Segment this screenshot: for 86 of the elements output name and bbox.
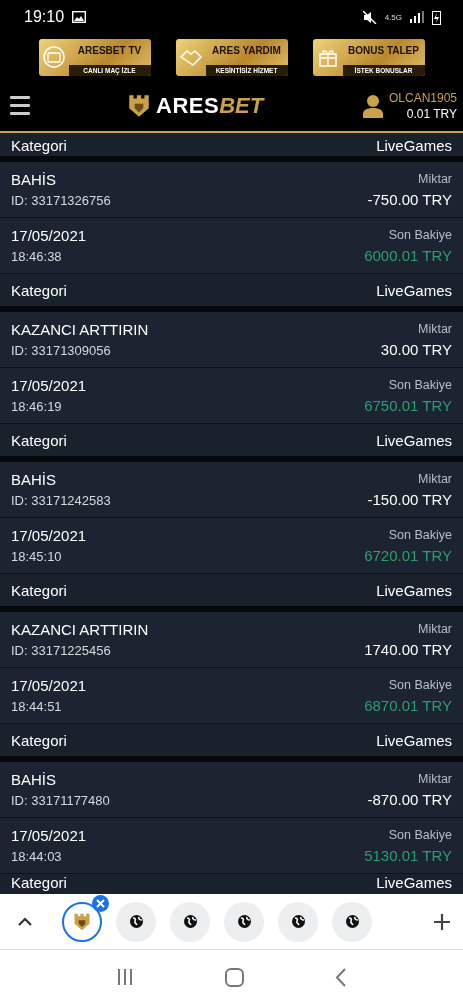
home-icon[interactable]	[225, 967, 244, 987]
balance-value: 6000.01 TRY	[364, 246, 452, 264]
transaction-id: ID: 33171177480	[11, 793, 110, 808]
plus-icon[interactable]	[433, 912, 451, 931]
tv-icon	[42, 46, 65, 68]
globe-icon	[345, 915, 359, 928]
transaction-date: 17/05/2021	[11, 227, 87, 244]
mute-icon	[362, 10, 377, 24]
transaction-type: KAZANCI ARTTIRIN	[11, 321, 149, 338]
account-balance: 0.01 TRY	[406, 106, 457, 121]
transaction-date: 17/05/2021	[11, 527, 87, 544]
amount-label: Miktar	[417, 321, 452, 336]
caret-up-icon[interactable]	[18, 917, 32, 926]
transaction-id: ID: 33171225456	[11, 643, 111, 658]
category-value: LiveGames	[376, 731, 452, 749]
category-value: LiveGames	[376, 431, 452, 449]
amount-value: 1740.00 TRY	[364, 640, 452, 658]
menu-icon[interactable]	[10, 96, 30, 115]
category-label: Kategori	[11, 281, 67, 299]
transaction-time: 18:45:10	[11, 549, 62, 564]
amount-label: Miktar	[417, 171, 452, 186]
user-icon[interactable]	[362, 93, 383, 118]
globe-icon	[129, 915, 143, 928]
username: OLCAN1905	[388, 90, 457, 105]
browser-tab[interactable]	[332, 901, 372, 942]
globe-icon	[237, 915, 251, 928]
recent-apps-icon[interactable]	[115, 968, 134, 986]
balance-label: Son Bakiye	[388, 827, 452, 842]
amount-label: Miktar	[417, 771, 452, 786]
transaction-type: BAHİS	[11, 171, 56, 188]
category-value: LiveGames	[376, 581, 452, 599]
logo-text: ARES	[156, 92, 220, 119]
network-type: 4.5G	[384, 12, 402, 22]
transaction-date: 17/05/2021	[11, 677, 87, 694]
balance-label: Son Bakiye	[388, 227, 452, 242]
transaction-date: 17/05/2021	[11, 377, 87, 394]
amount-label: Miktar	[417, 621, 452, 636]
balance-label: Son Bakiye	[388, 377, 452, 392]
amount-label: Miktar	[417, 471, 452, 486]
browser-tab[interactable]	[224, 901, 264, 942]
banner-title: BONUS TALEP	[347, 43, 420, 56]
shield-logo-icon	[72, 911, 92, 932]
transaction-time: 18:44:03	[11, 849, 62, 864]
category-value: LiveGames	[376, 137, 452, 154]
category-label: Kategori	[11, 431, 67, 449]
signal-icon	[410, 11, 424, 23]
category-value: LiveGames	[376, 874, 452, 891]
image-icon	[72, 11, 87, 23]
transaction-id: ID: 33171242583	[11, 493, 111, 508]
transaction-date: 17/05/2021	[11, 827, 87, 844]
balance-value: 6750.01 TRY	[364, 396, 452, 414]
logo-text-accent: BET	[219, 92, 264, 119]
transaction-time: 18:46:19	[11, 399, 62, 414]
balance-label: Son Bakiye	[388, 677, 452, 692]
category-label: Kategori	[11, 137, 67, 154]
transaction-type: KAZANCI ARTTIRIN	[11, 621, 149, 638]
amount-value: 30.00 TRY	[380, 340, 452, 358]
category-value: LiveGames	[376, 281, 452, 299]
back-icon[interactable]	[335, 967, 348, 987]
transaction-id: ID: 33171326756	[11, 193, 111, 208]
banner-title: ARES YARDIM	[211, 43, 282, 56]
transaction-time: 18:44:51	[11, 699, 62, 714]
amount-value: -150.00 TRY	[367, 490, 452, 508]
balance-value: 6870.01 TRY	[364, 696, 452, 714]
category-label: Kategori	[11, 581, 67, 599]
transaction-type: BAHİS	[11, 771, 56, 788]
amount-value: -870.00 TRY	[367, 790, 452, 808]
balance-value: 6720.01 TRY	[364, 546, 452, 564]
transaction-time: 18:46:38	[11, 249, 62, 264]
transaction-id: ID: 33171309056	[11, 343, 111, 358]
browser-tab[interactable]	[278, 901, 318, 942]
transaction-type: BAHİS	[11, 471, 56, 488]
globe-icon	[291, 915, 305, 928]
browser-tab[interactable]	[170, 901, 210, 942]
category-label: Kategori	[11, 874, 67, 891]
browser-tab[interactable]	[116, 901, 156, 942]
balance-label: Son Bakiye	[388, 527, 452, 542]
close-icon[interactable]	[92, 894, 109, 912]
shield-logo-icon	[126, 92, 152, 119]
globe-icon	[183, 915, 197, 928]
battery-charging-icon	[432, 9, 441, 25]
category-label: Kategori	[11, 731, 67, 749]
clock-time: 19:10	[24, 8, 65, 26]
banner-title: ARESBET TV	[76, 43, 143, 56]
balance-value: 5130.01 TRY	[364, 846, 452, 864]
amount-value: -750.00 TRY	[367, 190, 452, 208]
